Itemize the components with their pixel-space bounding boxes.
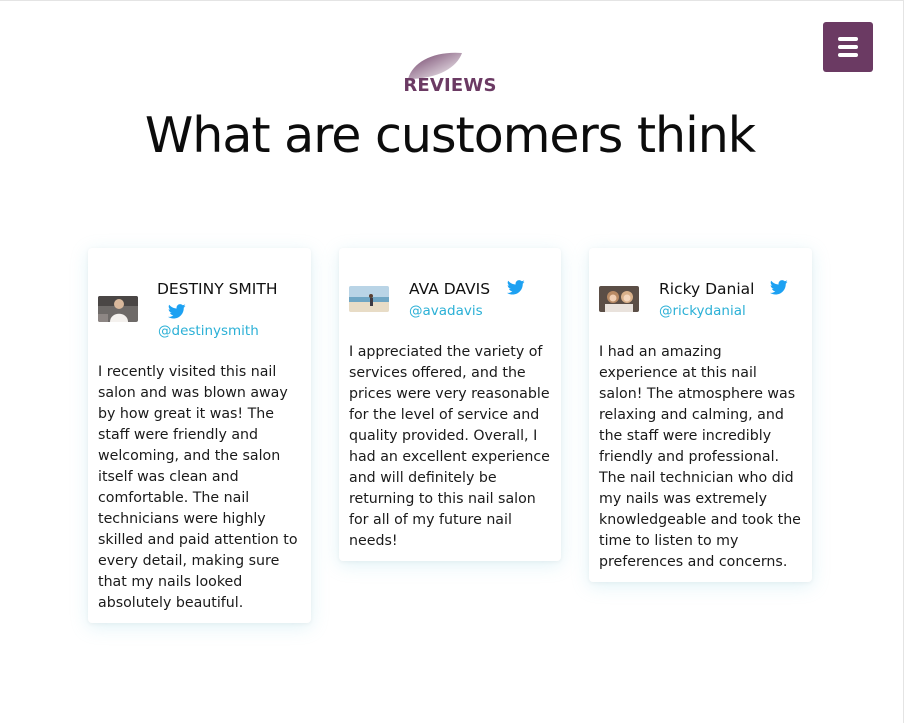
twitter-icon[interactable] — [168, 304, 186, 319]
section-eyebrow: REVIEWS — [403, 75, 497, 96]
reviewer-handle[interactable]: @avadavis — [409, 303, 483, 319]
review-card: AVA DAVIS @avadavis I appreciated the va… — [339, 248, 561, 561]
reviewer-handle[interactable]: @destinysmith — [158, 323, 259, 339]
menu-button[interactable] — [823, 22, 873, 72]
review-text: I had an amazing experience at this nail… — [599, 344, 801, 570]
reviewer-name: AVA DAVIS — [409, 280, 491, 298]
avatar — [349, 286, 389, 312]
review-card: Ricky Danial @rickydanial I had an amazi… — [589, 248, 812, 582]
avatar — [98, 296, 138, 322]
review-text: I appreciated the variety of services of… — [349, 344, 550, 549]
review-text: I recently visited this nail salon and w… — [98, 364, 298, 611]
section-title: What are customers think — [144, 107, 756, 164]
reviewer-handle[interactable]: @rickydanial — [659, 303, 746, 319]
hamburger-menu-icon-bar — [838, 45, 858, 49]
twitter-icon[interactable] — [507, 280, 525, 295]
reviews-page: REVIEWS What are customers think DESTINY… — [0, 0, 904, 723]
review-card: DESTINY SMITH @destinysmith I recently v… — [88, 248, 311, 623]
hamburger-menu-icon-bar — [838, 53, 858, 57]
avatar — [599, 286, 639, 312]
hamburger-menu-icon — [838, 37, 858, 41]
reviewer-name: Ricky Danial — [659, 280, 755, 298]
reviewer-name: DESTINY SMITH — [157, 280, 278, 298]
twitter-icon[interactable] — [770, 280, 788, 295]
